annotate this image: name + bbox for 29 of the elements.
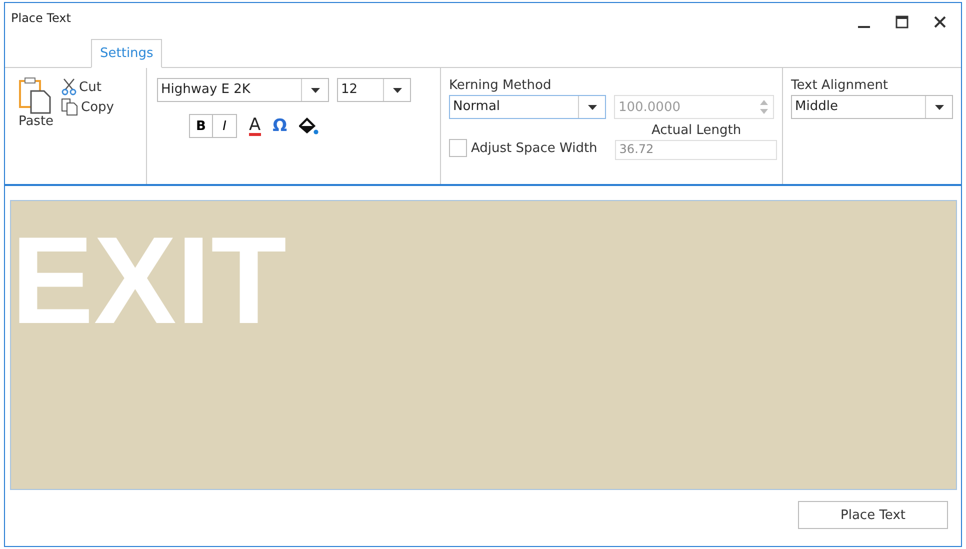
caret-icon xyxy=(310,88,320,92)
text-alignment-dropdown[interactable]: Middle xyxy=(791,95,953,119)
caret-icon xyxy=(934,104,944,110)
copy-button[interactable]: Copy xyxy=(61,98,114,116)
cut-button[interactable]: Cut xyxy=(61,78,114,96)
scissors-icon xyxy=(61,78,77,96)
close-icon[interactable] xyxy=(933,15,947,29)
italic-button[interactable]: I xyxy=(213,114,237,138)
symbol-button[interactable]: Ω xyxy=(272,116,288,136)
caret-icon xyxy=(392,88,402,92)
text-alignment-label: Text Alignment xyxy=(791,78,890,93)
actual-length-field: 36.72 xyxy=(615,140,778,160)
fill-bucket-icon[interactable] xyxy=(299,117,320,135)
font-color-button[interactable]: A xyxy=(249,116,261,136)
copy-icon xyxy=(61,98,79,116)
maximize-icon[interactable] xyxy=(895,15,909,29)
bold-button[interactable]: B xyxy=(189,114,213,138)
font-family-dropdown[interactable]: Highway E 2K xyxy=(157,78,329,102)
paste-button[interactable]: Paste xyxy=(17,76,55,136)
adjust-space-width-checkbox[interactable]: Adjust Space Width xyxy=(449,139,598,160)
kerning-method-label: Kerning Method xyxy=(449,78,552,93)
kerning-method-dropdown[interactable]: Normal xyxy=(449,95,606,119)
place-text-button[interactable]: Place Text xyxy=(798,501,948,529)
window-title: Place Text xyxy=(11,11,71,25)
preview-text: EXIT xyxy=(11,219,287,343)
caret-icon xyxy=(588,104,597,110)
font-size-dropdown[interactable]: 12 xyxy=(337,78,411,102)
settings-tab[interactable]: Settings xyxy=(91,39,162,68)
actual-length-label: Actual Length xyxy=(651,123,742,138)
